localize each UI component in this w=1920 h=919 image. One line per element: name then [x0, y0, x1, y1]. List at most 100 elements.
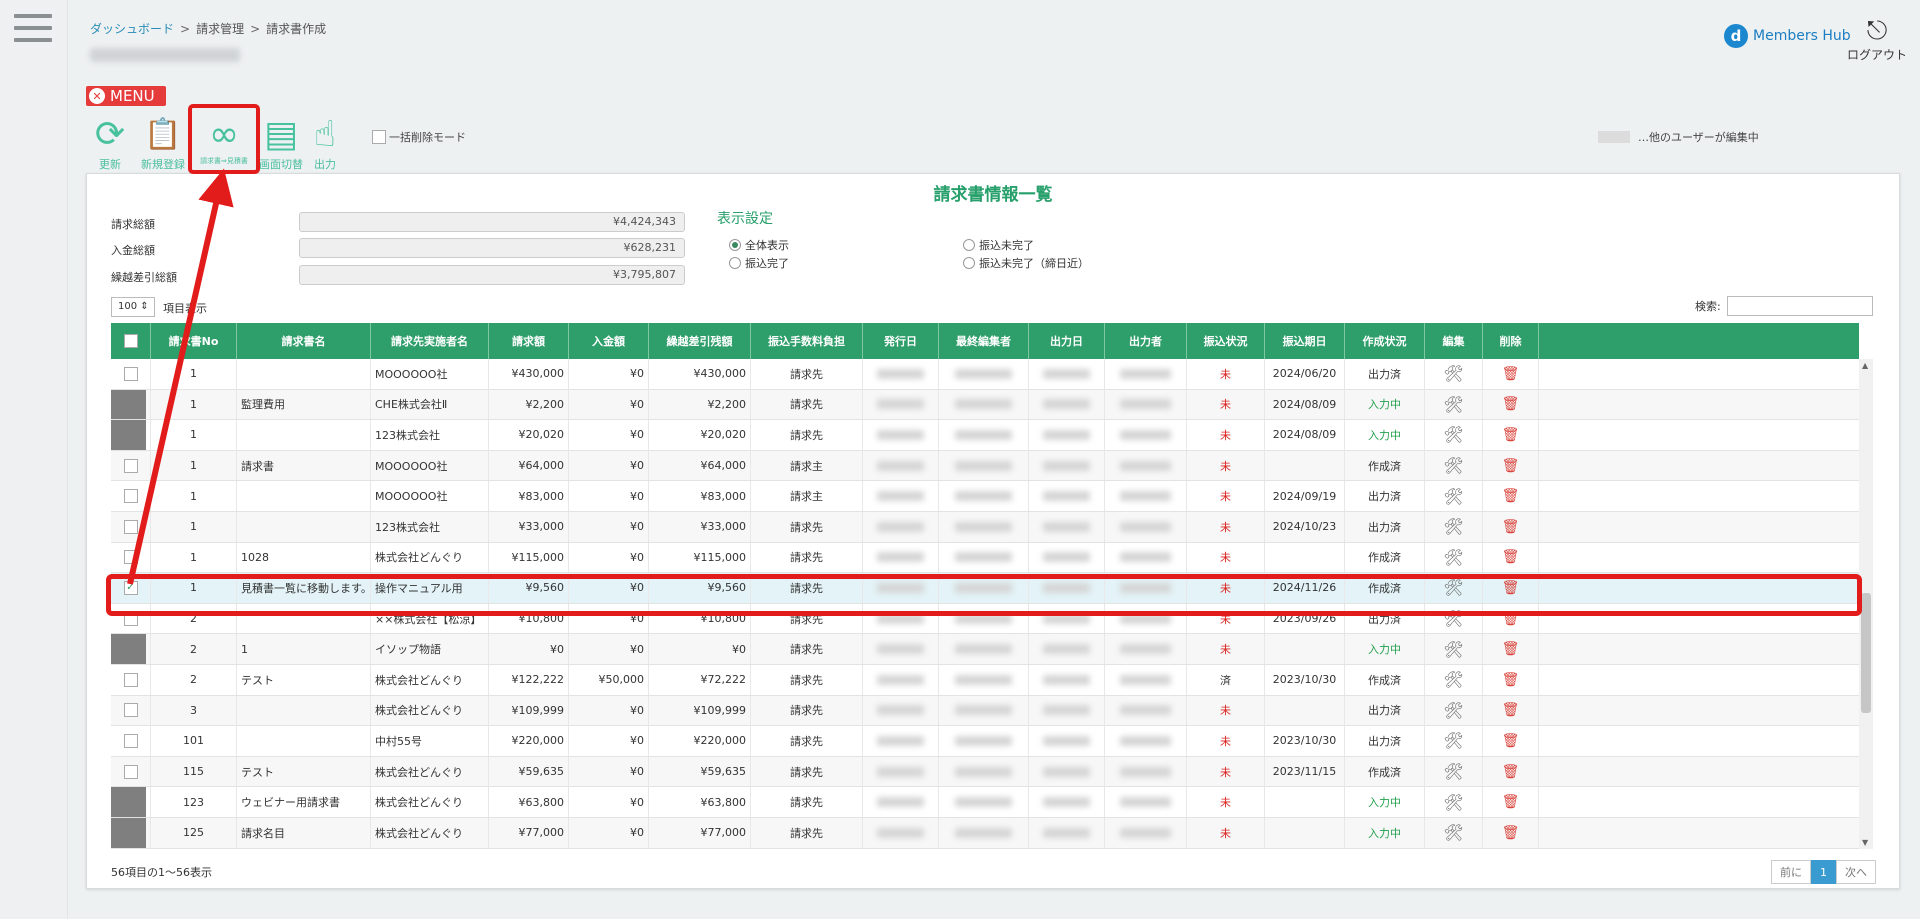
scroll-down-icon[interactable]: ▼: [1862, 838, 1868, 847]
next-page-button[interactable]: 次へ: [1836, 860, 1876, 884]
row-checkbox[interactable]: [111, 634, 151, 664]
table-row[interactable]: 125 請求名目 株式会社どんぐり ¥77,000 ¥0 ¥77,000 請求先未入力中 🛠 🗑: [111, 817, 1859, 849]
column-header[interactable]: 振込手数料負担: [751, 323, 863, 359]
search-input[interactable]: [1727, 296, 1873, 316]
delete-icon[interactable]: 🗑: [1483, 389, 1539, 420]
delete-icon[interactable]: 🗑: [1483, 634, 1539, 664]
table-row[interactable]: 1 MOOOOOO社 ¥430,000 ¥0 ¥430,000 請求先未 2024/06/2…: [111, 359, 1859, 390]
radio-all[interactable]: 全体表示: [729, 237, 789, 253]
column-header[interactable]: 請求先実施者名: [371, 323, 489, 359]
transfer-status: 未: [1187, 634, 1265, 664]
breadcrumb-billing[interactable]: 請求管理: [196, 22, 244, 36]
row-checkbox[interactable]: [111, 756, 151, 787]
menu-button[interactable]: ✕ MENU: [86, 86, 166, 106]
delete-icon[interactable]: 🗑: [1483, 695, 1539, 726]
edit-icon[interactable]: 🛠: [1425, 450, 1483, 481]
edit-icon[interactable]: 🛠: [1425, 756, 1483, 787]
delete-icon[interactable]: 🗑: [1483, 481, 1539, 511]
delete-icon[interactable]: 🗑: [1483, 664, 1539, 695]
delete-icon[interactable]: 🗑: [1483, 359, 1539, 389]
column-header[interactable]: 出力者: [1105, 323, 1187, 359]
table-row[interactable]: 123 ウェビナー用請求書 株式会社どんぐり ¥63,800 ¥0 ¥63,800 請求先未…: [111, 787, 1859, 818]
row-checkbox[interactable]: [111, 450, 151, 481]
table-row[interactable]: 1 請求書 MOOOOOO社 ¥64,000 ¥0 ¥64,000 請求主未作成済 🛠 🗑: [111, 450, 1859, 482]
column-header[interactable]: 出力日: [1029, 323, 1105, 359]
table-row[interactable]: 115 テスト 株式会社どんぐり ¥59,635 ¥0 ¥59,635 請求先未 2023/1…: [111, 756, 1859, 788]
column-header[interactable]: 請求書名: [237, 323, 371, 359]
edit-icon[interactable]: 🛠: [1425, 817, 1483, 848]
output-user: [1105, 481, 1187, 511]
prev-page-button[interactable]: 前に: [1771, 860, 1811, 884]
row-checkbox[interactable]: [111, 420, 151, 450]
column-header[interactable]: 繰越差引残額: [649, 323, 751, 359]
delete-icon[interactable]: 🗑: [1483, 511, 1539, 542]
edit-icon[interactable]: 🛠: [1425, 695, 1483, 726]
hamburger-icon[interactable]: [14, 14, 52, 44]
table-row[interactable]: 2 テスト 株式会社どんぐり ¥122,222 ¥50,000 ¥72,222 請求先 済 20…: [111, 664, 1859, 696]
row-checkbox[interactable]: [111, 481, 151, 511]
column-header[interactable]: 最終編集者: [939, 323, 1029, 359]
row-checkbox[interactable]: [111, 695, 151, 726]
row-checkbox[interactable]: [111, 726, 151, 756]
column-header[interactable]: 請求額: [489, 323, 569, 359]
column-header[interactable]: 発行日: [863, 323, 939, 359]
edit-icon[interactable]: 🛠: [1425, 726, 1483, 756]
logout-button[interactable]: ⎋ ログアウト: [1842, 16, 1912, 63]
column-header[interactable]: 作成状況: [1345, 323, 1425, 359]
scroll-up-icon[interactable]: ▲: [1862, 361, 1868, 370]
bulk-delete-checkbox[interactable]: [372, 130, 386, 144]
delete-icon[interactable]: 🗑: [1483, 450, 1539, 481]
radio-paid[interactable]: 振込完了: [729, 255, 789, 271]
page-size-select[interactable]: 100 ⇕: [111, 297, 155, 317]
delete-icon[interactable]: 🗑: [1483, 787, 1539, 817]
invoice-name: 請求書: [237, 450, 371, 481]
select-all-checkbox[interactable]: [111, 323, 151, 359]
row-checkbox[interactable]: [111, 817, 151, 848]
edit-icon[interactable]: 🛠: [1425, 664, 1483, 695]
row-checkbox[interactable]: [111, 542, 151, 573]
table-row[interactable]: 1 MOOOOOO社 ¥83,000 ¥0 ¥83,000 請求主未 2024/09/19 出…: [111, 481, 1859, 512]
delete-icon[interactable]: 🗑: [1483, 756, 1539, 787]
column-header[interactable]: 入金額: [569, 323, 649, 359]
screen-switch-button[interactable]: ▤ 画面切替: [258, 112, 304, 172]
table-row[interactable]: 1 123株式会社 ¥33,000 ¥0 ¥33,000 請求先未 2024/10/23 出力…: [111, 511, 1859, 543]
scroll-thumb[interactable]: [1861, 593, 1871, 713]
output-button[interactable]: ☝ 出力: [308, 112, 342, 172]
delete-icon[interactable]: 🗑: [1483, 420, 1539, 450]
edit-icon[interactable]: 🛠: [1425, 359, 1483, 389]
radio-unpaid-near-deadline[interactable]: 振込未完了（締日近）: [963, 255, 1089, 271]
column-header[interactable]: 振込状況: [1187, 323, 1265, 359]
row-checkbox[interactable]: [111, 664, 151, 695]
table-row[interactable]: 1 1028 株式会社どんぐり ¥115,000 ¥0 ¥115,000 請求先未作成済 🛠 🗑: [111, 542, 1859, 574]
column-header[interactable]: 振込期日: [1265, 323, 1345, 359]
clipboard-icon: 📋: [144, 116, 182, 152]
delete-icon[interactable]: 🗑: [1483, 817, 1539, 848]
refresh-button[interactable]: ⟳ 更新: [86, 112, 134, 172]
bulk-delete-toggle[interactable]: 一括削除モード: [372, 129, 466, 145]
table-row[interactable]: 1 監理費用 CHE株式会社Ⅱ ¥2,200 ¥0 ¥2,200 請求先未 2024/08/0…: [111, 389, 1859, 421]
table-row[interactable]: 1 123株式会社 ¥20,020 ¥0 ¥20,020 請求先未 2024/08/09 入力…: [111, 420, 1859, 451]
radio-unpaid[interactable]: 振込未完了: [963, 237, 1034, 253]
page-1-button[interactable]: 1: [1811, 860, 1836, 884]
column-header[interactable]: 請求書No: [151, 323, 237, 359]
row-checkbox[interactable]: [111, 511, 151, 542]
column-header[interactable]: 編集: [1425, 323, 1483, 359]
row-checkbox[interactable]: [111, 389, 151, 420]
row-checkbox[interactable]: [111, 359, 151, 389]
edit-icon[interactable]: 🛠: [1425, 542, 1483, 573]
edit-icon[interactable]: 🛠: [1425, 420, 1483, 450]
new-button[interactable]: 📋 新規登録: [138, 112, 188, 172]
table-row[interactable]: 3 株式会社どんぐり ¥109,999 ¥0 ¥109,999 請求先未出力済 🛠 🗑: [111, 695, 1859, 727]
delete-icon[interactable]: 🗑: [1483, 726, 1539, 756]
edit-icon[interactable]: 🛠: [1425, 511, 1483, 542]
edit-icon[interactable]: 🛠: [1425, 481, 1483, 511]
edit-icon[interactable]: 🛠: [1425, 389, 1483, 420]
edit-icon[interactable]: 🛠: [1425, 787, 1483, 817]
delete-icon[interactable]: 🗑: [1483, 542, 1539, 573]
table-row[interactable]: 2 1 イソップ物語 ¥0 ¥0 ¥0 請求先未入力中 🛠 🗑: [111, 634, 1859, 665]
edit-icon[interactable]: 🛠: [1425, 634, 1483, 664]
column-header[interactable]: 削除: [1483, 323, 1539, 359]
row-checkbox[interactable]: [111, 787, 151, 817]
breadcrumb-dashboard[interactable]: ダッシュボード: [90, 22, 174, 36]
table-row[interactable]: 101 中村55号 ¥220,000 ¥0 ¥220,000 請求先未 2023/10/30…: [111, 726, 1859, 757]
